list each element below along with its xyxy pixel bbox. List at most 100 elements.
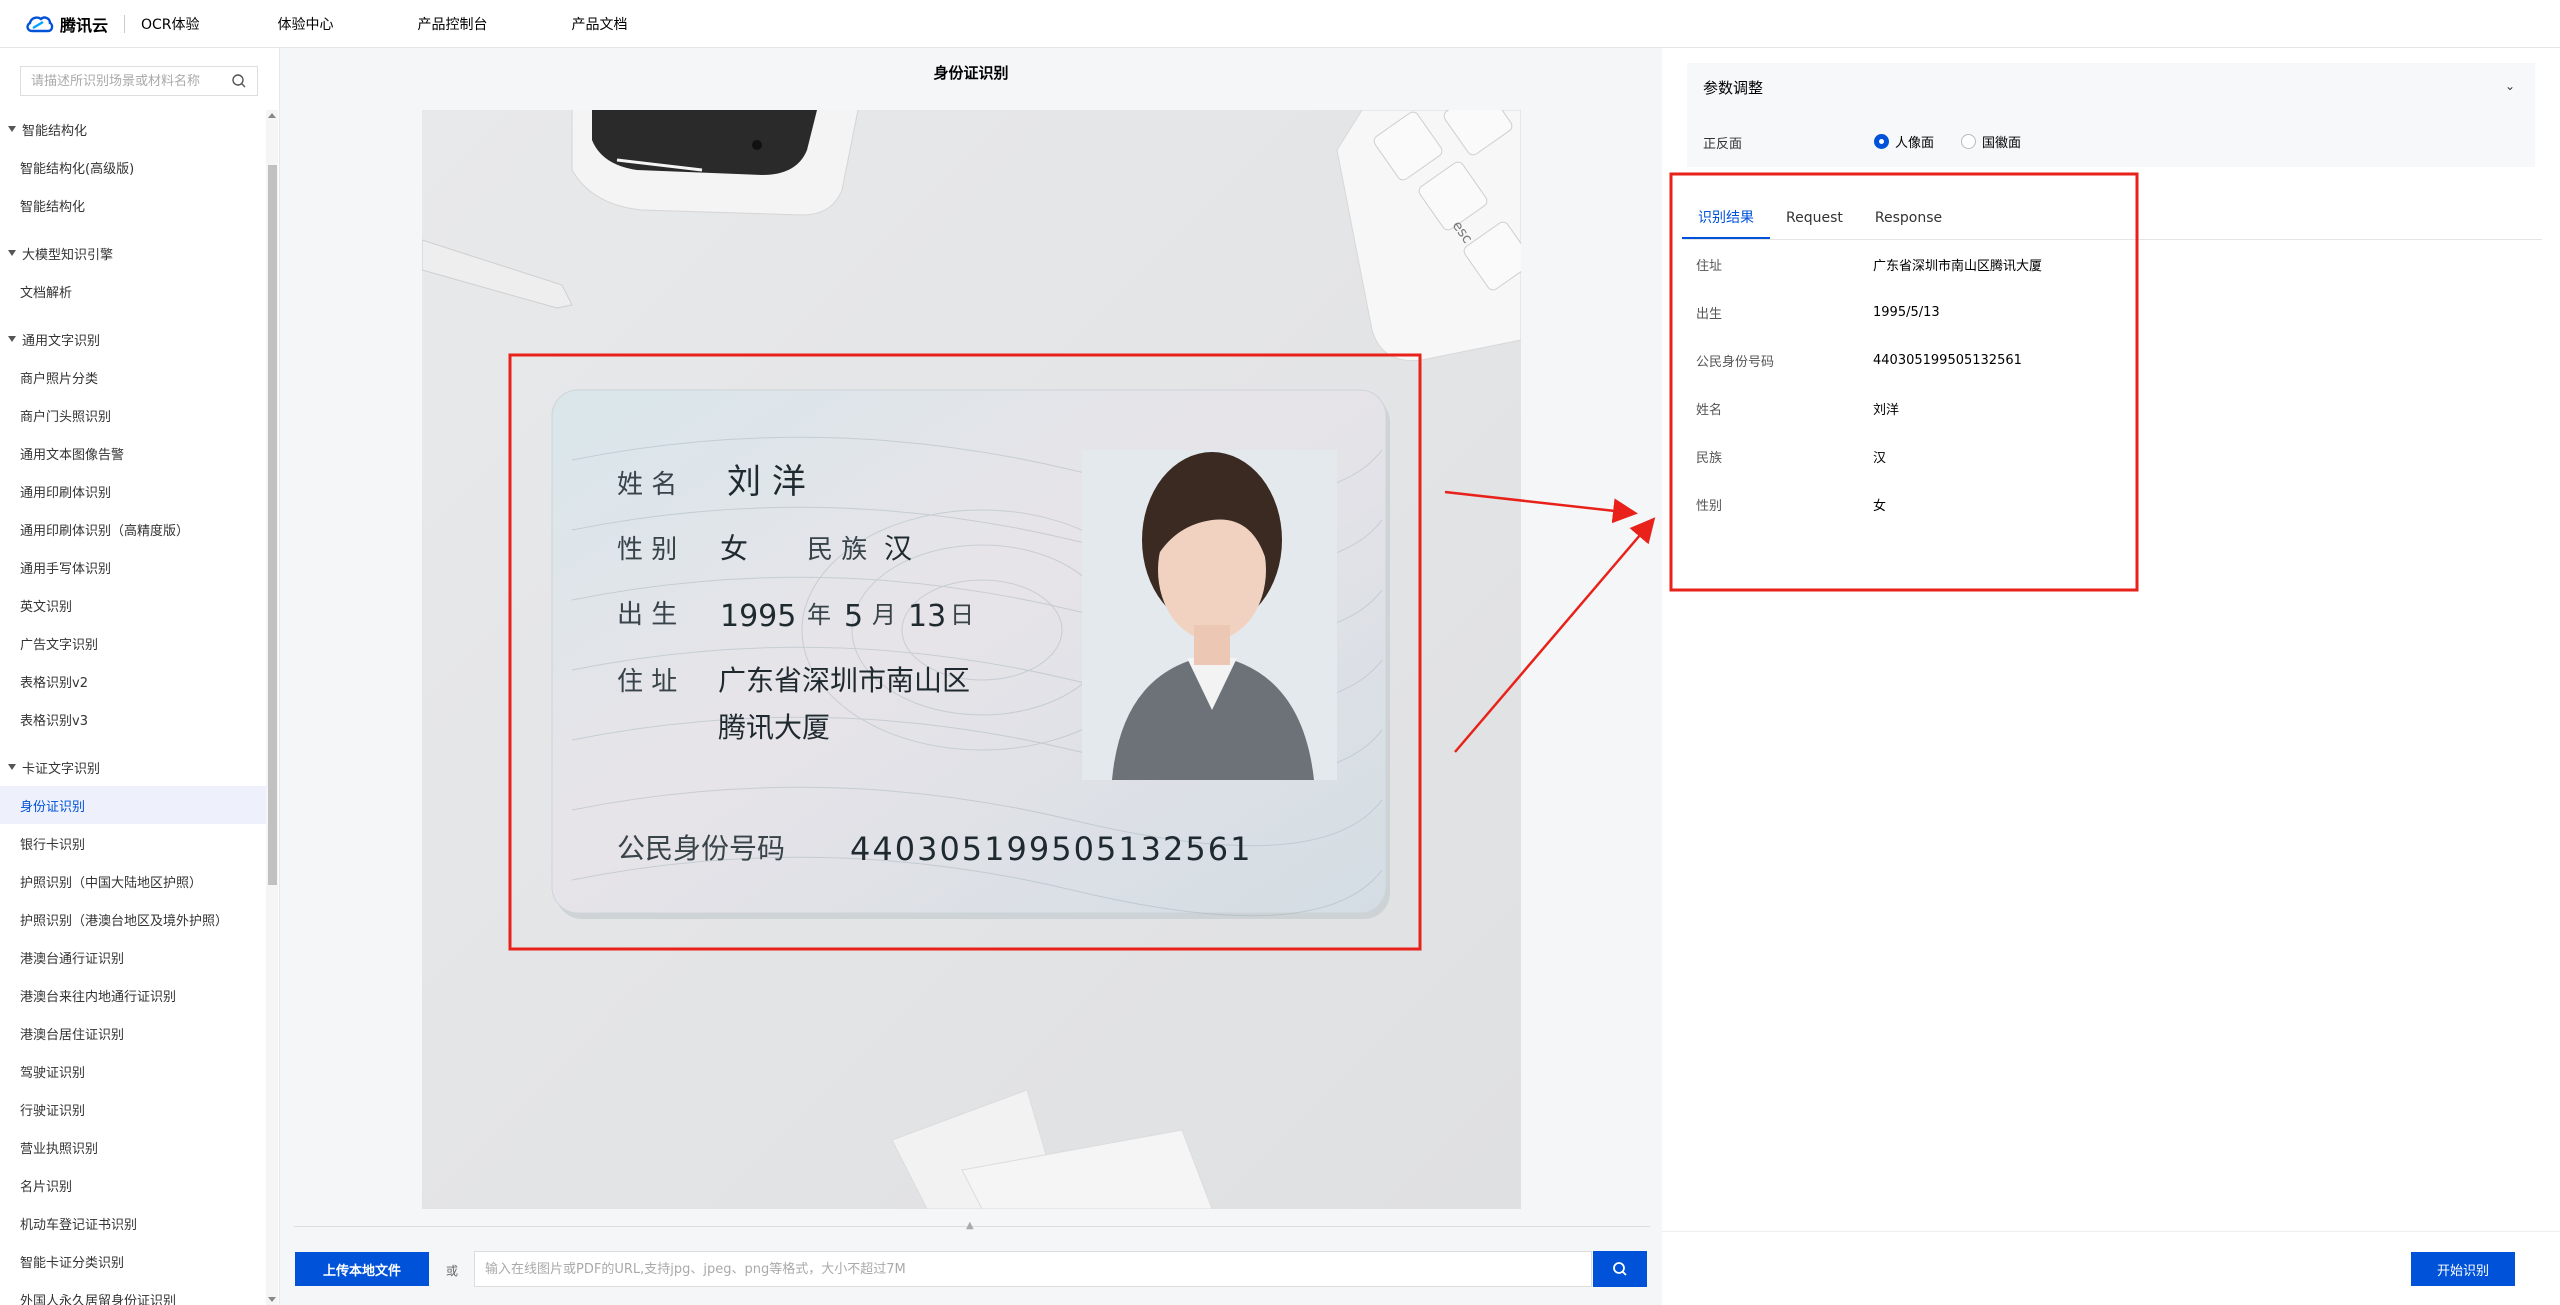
tab-result[interactable]: 识别结果 (1682, 196, 1770, 239)
top-navigation: 腾讯云 OCR体验 体验中心 产品控制台 产品文档 (0, 0, 2560, 48)
brand-divider (124, 14, 126, 33)
sidebar-item[interactable]: 外国人永久居留身份证识别 (0, 1280, 266, 1305)
params-title: 参数调整 (1703, 79, 1764, 97)
radio-back-side[interactable]: 国徽面 (1961, 132, 2021, 151)
sidebar-item[interactable]: 身份证识别 (0, 786, 266, 824)
expand-up-icon[interactable]: ▲ (966, 1220, 974, 1231)
sidebar-group-title[interactable]: 通用文字识别 (0, 320, 266, 358)
card-ethnic-label: 民 族 (807, 535, 867, 565)
sidebar-item[interactable]: 通用手写体识别 (0, 548, 266, 586)
sidebar-item[interactable]: 通用文本图像告警 (0, 434, 266, 472)
card-birth-year: 1995 (720, 599, 796, 634)
result-row: 民族 汉 (1696, 432, 2256, 480)
brand[interactable]: 腾讯云 OCR体验 (24, 0, 200, 48)
sidebar-item[interactable]: 港澳台来往内地通行证识别 (0, 976, 266, 1014)
nav-item-console[interactable]: 产品控制台 (418, 14, 488, 34)
result-key: 出生 (1696, 306, 1723, 322)
brand-subtitle[interactable]: OCR体验 (141, 14, 200, 34)
url-search-button[interactable] (1593, 1251, 1647, 1287)
tencent-cloud-logo-icon (26, 15, 54, 32)
sidebar-group-title[interactable]: 大模型知识引擎 (0, 234, 266, 272)
sidebar-group-label: 通用文字识别 (22, 333, 101, 349)
sidebar-item[interactable]: 银行卡识别 (0, 824, 266, 862)
result-key: 姓名 (1696, 402, 1723, 418)
preview-image: esc 姓 名 刘 洋 性 别 女 民 族 汉 出 生 1995 年 5 月 1… (422, 110, 1521, 1209)
card-address-line1: 广东省深圳市南山区 (718, 664, 970, 697)
sidebar-item[interactable]: 智能卡证分类识别 (0, 1242, 266, 1280)
sidebar-item[interactable]: 商户照片分类 (0, 358, 266, 396)
radio-front-label: 人像面 (1895, 136, 1935, 151)
card-id-label: 公民身份号码 (617, 832, 785, 865)
divider (1662, 1231, 2560, 1232)
result-row: 性别 女 (1696, 480, 2256, 528)
sidebar-item[interactable]: 行驶证识别 (0, 1090, 266, 1128)
result-key: 公民身份号码 (1696, 354, 1775, 370)
result-list: 住址 广东省深圳市南山区腾讯大厦 出生 1995/5/13 公民身份号码 440… (1696, 240, 2256, 528)
right-panel: 参数调整 ⌄ 正反面 人像面 国徽面 识别结果 Request Response… (1662, 48, 2560, 1305)
sidebar-item[interactable]: 港澳台通行证识别 (0, 938, 266, 976)
sidebar-item[interactable]: 名片识别 (0, 1166, 266, 1204)
tab-request[interactable]: Request (1770, 196, 1859, 239)
sidebar-item[interactable]: 护照识别（中国大陆地区护照） (0, 862, 266, 900)
sidebar-item[interactable]: 文档解析 (0, 272, 266, 310)
card-id-number: 440305199505132561 (850, 830, 1252, 868)
sidebar-item[interactable]: 商户门头照识别 (0, 396, 266, 434)
result-value: 1995/5/13 (1873, 304, 1940, 320)
sidebar-group-title[interactable]: 智能结构化 (0, 110, 266, 148)
chevron-down-icon[interactable]: ⌄ (2505, 79, 2515, 93)
scroll-down-arrow-icon[interactable] (268, 1297, 276, 1302)
brand-name: 腾讯云 (60, 15, 109, 35)
upload-local-file-button[interactable]: 上传本地文件 (295, 1252, 429, 1286)
result-value: 刘洋 (1873, 402, 1900, 418)
sidebar-item[interactable]: 通用印刷体识别 (0, 472, 266, 510)
result-row: 公民身份号码 440305199505132561 (1696, 336, 2256, 384)
sidebar-item[interactable]: 智能结构化 (0, 186, 266, 224)
result-value: 440305199505132561 (1873, 352, 2022, 368)
caret-down-icon (8, 764, 16, 770)
result-tabs: 识别结果 Request Response (1682, 196, 2542, 240)
radio-front-side[interactable]: 人像面 (1874, 132, 1934, 151)
sidebar: 智能结构化智能结构化(高级版)智能结构化大模型知识引擎文档解析通用文字识别商户照… (0, 48, 280, 1305)
sidebar-item[interactable]: 表格识别v2 (0, 662, 266, 700)
sidebar-item[interactable]: 英文识别 (0, 586, 266, 624)
result-row: 住址 广东省深圳市南山区腾讯大厦 (1696, 240, 2256, 288)
sidebar-item[interactable]: 广告文字识别 (0, 624, 266, 662)
sidebar-item[interactable]: 表格识别v3 (0, 700, 266, 738)
sidebar-group-label: 卡证文字识别 (22, 761, 101, 777)
search-icon (1613, 1262, 1627, 1276)
sidebar-item[interactable]: 通用印刷体识别（高精度版） (0, 510, 266, 548)
sidebar-item[interactable]: 机动车登记证书识别 (0, 1204, 266, 1242)
card-sex-label: 性 别 (617, 535, 677, 565)
card-birth-month: 5 (844, 599, 863, 634)
card-birth-label: 出 生 (617, 600, 677, 630)
sidebar-scrollbar[interactable] (266, 110, 278, 1305)
id-card-photo: esc 姓 名 刘 洋 性 别 女 民 族 汉 出 生 1995 年 5 月 1… (422, 110, 1521, 1209)
card-name-label: 姓 名 (617, 470, 677, 500)
nav-item-docs[interactable]: 产品文档 (572, 14, 628, 34)
sidebar-item[interactable]: 智能结构化(高级版) (0, 148, 266, 186)
url-input[interactable] (474, 1251, 1592, 1287)
sidebar-search-input[interactable] (31, 73, 221, 89)
result-value: 女 (1873, 498, 1887, 514)
sidebar-group-title[interactable]: 卡证文字识别 (0, 748, 266, 786)
sidebar-item[interactable]: 营业执照识别 (0, 1128, 266, 1166)
sidebar-item[interactable]: 港澳台居住证识别 (0, 1014, 266, 1052)
result-row: 姓名 刘洋 (1696, 384, 2256, 432)
center-panel: 身份证识别 esc 姓 名 刘 洋 性 别 女 民 族 汉 出 生 1995 年… (280, 48, 1662, 1305)
scrollbar-thumb[interactable] (268, 165, 277, 885)
card-birth-year-unit: 年 (807, 601, 831, 629)
nav-item-experience-center[interactable]: 体验中心 (278, 14, 334, 34)
sidebar-search (20, 66, 258, 96)
nav-menu: 体验中心 产品控制台 产品文档 (278, 14, 712, 34)
radio-checked-icon (1874, 134, 1889, 149)
sidebar-menu: 智能结构化 智能结构化(高级版) 智能结构化大模型知识引擎 文档解析通用文字识别商户照… (0, 110, 266, 1305)
start-recognition-button[interactable]: 开始识别 (2411, 1252, 2515, 1286)
sidebar-item[interactable]: 护照识别（港澳台地区及境外护照） (0, 900, 266, 938)
sidebar-item[interactable]: 驾驶证识别 (0, 1052, 266, 1090)
scroll-up-arrow-icon[interactable] (268, 113, 276, 118)
search-icon[interactable] (231, 73, 247, 89)
tab-response[interactable]: Response (1859, 196, 1958, 239)
result-key: 民族 (1696, 450, 1723, 466)
caret-down-icon (8, 250, 16, 256)
card-ethnic-value: 汉 (884, 532, 912, 565)
